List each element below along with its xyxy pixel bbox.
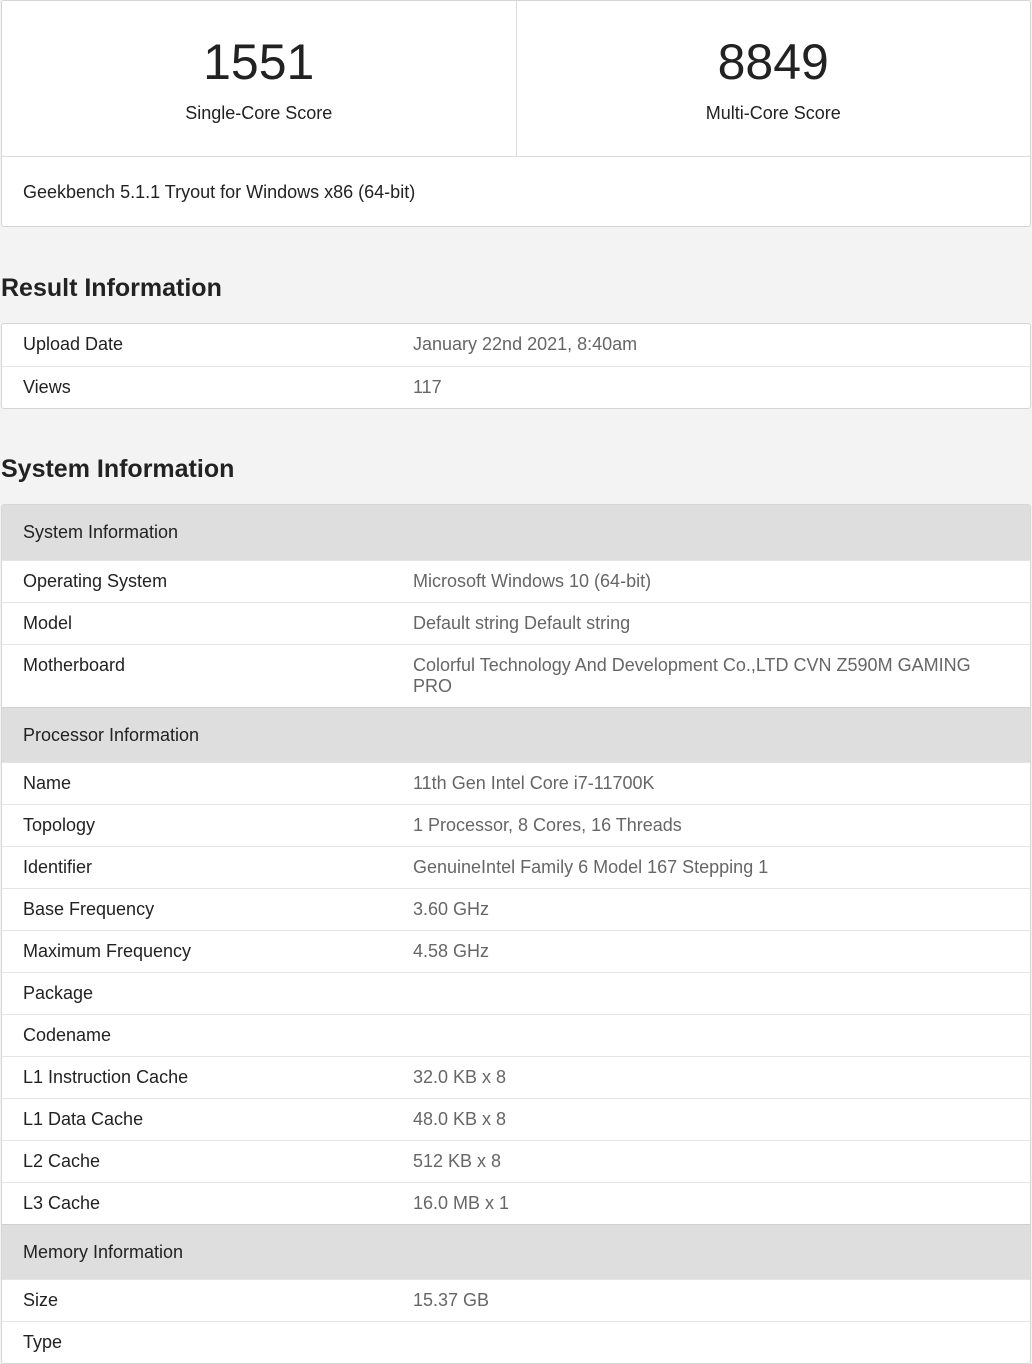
- scores-row: 1551 Single-Core Score 8849 Multi-Core S…: [2, 1, 1030, 157]
- table-row: Model Default string Default string: [2, 602, 1030, 644]
- row-value: 48.0 KB x 8: [413, 1109, 507, 1129]
- table-row: Maximum Frequency 4.58 GHz: [2, 930, 1030, 972]
- row-value: Default string Default string: [413, 613, 631, 633]
- group-heading-processor: Processor Information: [2, 707, 1030, 762]
- row-value: 1 Processor, 8 Cores, 16 Threads: [413, 815, 682, 835]
- table-row: L1 Instruction Cache 32.0 KB x 8: [2, 1056, 1030, 1098]
- table-row: Upload Date January 22nd 2021, 8:40am: [2, 324, 1030, 366]
- score-card: 1551 Single-Core Score 8849 Multi-Core S…: [1, 0, 1031, 227]
- table-row: Type: [2, 1321, 1030, 1363]
- result-information-title: Result Information: [1, 274, 222, 302]
- row-key: Identifier: [23, 857, 93, 877]
- row-value: [413, 1015, 1030, 1056]
- table-row: Codename: [2, 1014, 1030, 1056]
- system-information-title: System Information: [1, 455, 235, 483]
- row-value: GenuineIntel Family 6 Model 167 Stepping…: [413, 857, 769, 877]
- row-value: 4.58 GHz: [413, 941, 490, 961]
- row-value: January 22nd 2021, 8:40am: [413, 334, 638, 354]
- row-value: 16.0 MB x 1: [413, 1193, 510, 1213]
- row-key: Package: [23, 983, 94, 1003]
- row-key: L2 Cache: [23, 1151, 101, 1171]
- single-core-score-value: 1551: [203, 34, 315, 90]
- row-key: Motherboard: [23, 655, 126, 675]
- table-row: Views 117: [2, 366, 1030, 408]
- table-row: Name 11th Gen Intel Core i7-11700K: [2, 762, 1030, 804]
- row-value: 512 KB x 8: [413, 1151, 502, 1171]
- group-heading-memory: Memory Information: [2, 1224, 1030, 1279]
- row-value: Microsoft Windows 10 (64-bit): [413, 571, 652, 591]
- single-core-score: 1551 Single-Core Score: [2, 1, 516, 156]
- row-key: Topology: [23, 815, 96, 835]
- table-row: Operating System Microsoft Windows 10 (6…: [2, 560, 1030, 602]
- table-row: L3 Cache 16.0 MB x 1: [2, 1182, 1030, 1224]
- row-key: Model: [23, 613, 73, 633]
- row-key: Upload Date: [23, 334, 124, 354]
- row-value: 32.0 KB x 8: [413, 1067, 507, 1087]
- row-value: 11th Gen Intel Core i7-11700K: [413, 773, 655, 793]
- system-information-table: System Information Operating System Micr…: [1, 504, 1031, 1364]
- row-key: Operating System: [23, 571, 168, 591]
- multi-core-score: 8849 Multi-Core Score: [515, 1, 1031, 156]
- row-key: Size: [23, 1290, 59, 1310]
- benchmark-version: Geekbench 5.1.1 Tryout for Windows x86 (…: [23, 182, 416, 202]
- row-key: Name: [23, 773, 72, 793]
- table-row: Motherboard Colorful Technology And Deve…: [2, 644, 1030, 707]
- row-key: Base Frequency: [23, 899, 155, 919]
- row-key: L3 Cache: [23, 1193, 101, 1213]
- table-row: Identifier GenuineIntel Family 6 Model 1…: [2, 846, 1030, 888]
- row-key: Views: [23, 377, 71, 397]
- row-key: L1 Instruction Cache: [23, 1067, 189, 1087]
- row-key: Maximum Frequency: [23, 941, 192, 961]
- row-key: Type: [23, 1332, 63, 1352]
- row-key: Codename: [23, 1025, 112, 1045]
- result-information-table: Upload Date January 22nd 2021, 8:40am Vi…: [1, 323, 1031, 409]
- table-row: L2 Cache 512 KB x 8: [2, 1140, 1030, 1182]
- row-value: [413, 1322, 1030, 1363]
- row-value: Colorful Technology And Development Co.,…: [413, 655, 971, 696]
- row-value: [413, 973, 1030, 1014]
- table-row: Topology 1 Processor, 8 Cores, 16 Thread…: [2, 804, 1030, 846]
- row-value: 15.37 GB: [413, 1290, 490, 1310]
- table-row: Size 15.37 GB: [2, 1279, 1030, 1321]
- table-row: Base Frequency 3.60 GHz: [2, 888, 1030, 930]
- row-value: 117: [413, 377, 442, 397]
- multi-core-score-value: 8849: [717, 34, 829, 90]
- row-key: L1 Data Cache: [23, 1109, 144, 1129]
- single-core-score-label: Single-Core Score: [185, 103, 333, 123]
- table-row: Package: [2, 972, 1030, 1014]
- group-heading-system: System Information: [2, 505, 1030, 560]
- multi-core-score-label: Multi-Core Score: [705, 103, 841, 123]
- row-value: 3.60 GHz: [413, 899, 490, 919]
- table-row: L1 Data Cache 48.0 KB x 8: [2, 1098, 1030, 1140]
